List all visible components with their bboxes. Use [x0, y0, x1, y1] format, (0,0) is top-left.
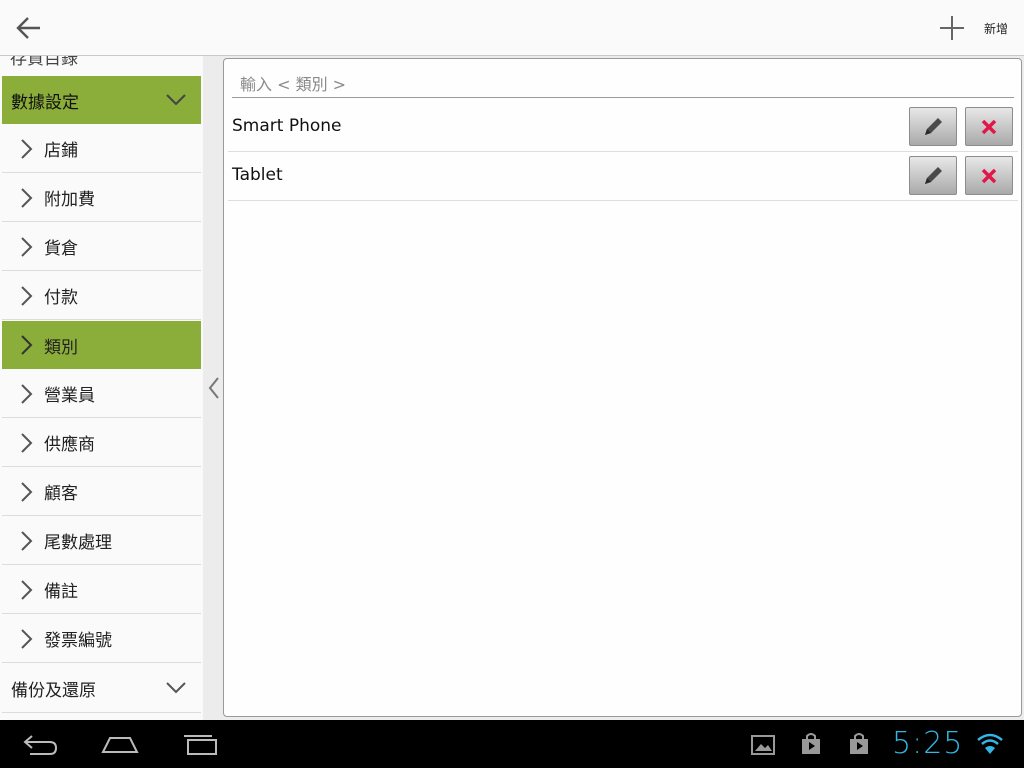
- chevron-down-icon: [166, 682, 186, 694]
- sidebar-group-label: 備份及還原: [11, 680, 96, 701]
- sidebar-item-store[interactable]: 店鋪: [2, 125, 201, 173]
- status-clock[interactable]: 5:25: [892, 726, 963, 761]
- nav-recents-icon[interactable]: [182, 732, 220, 758]
- chevron-right-icon: [21, 481, 33, 502]
- sidebar-item-invoice-number[interactable]: 發票編號: [2, 615, 201, 663]
- edit-button[interactable]: [909, 156, 957, 195]
- sidebar-item-label: 附加費: [44, 190, 95, 210]
- nav-home-icon[interactable]: [100, 732, 140, 758]
- sidebar-group-backup-restore[interactable]: 備份及還原: [2, 664, 201, 713]
- sidebar-item-customer[interactable]: 顧客: [2, 468, 201, 516]
- delete-button[interactable]: [965, 156, 1013, 195]
- add-new-label: 新增: [984, 22, 1009, 36]
- sidebar-item-supplier[interactable]: 供應商: [2, 419, 201, 467]
- category-name: Tablet: [232, 165, 283, 185]
- chevron-right-icon: [21, 335, 33, 355]
- sidebar-item-label: 供應商: [44, 435, 95, 455]
- chevron-right-icon: [21, 383, 33, 404]
- sidebar-item-label: 貨倉: [44, 239, 78, 259]
- sidebar-item-label: 備註: [44, 582, 78, 602]
- close-icon: [981, 119, 997, 134]
- chevron-right-icon: [21, 432, 33, 453]
- play-store-notification-icon-2[interactable]: [847, 732, 871, 756]
- sidebar-item-label: 營業員: [44, 386, 95, 406]
- chevron-down-icon: [166, 94, 186, 106]
- sidebar-group-data-settings[interactable]: 數據設定: [2, 76, 201, 124]
- chevron-right-icon: [21, 236, 33, 257]
- pencil-icon: [925, 117, 942, 135]
- back-button[interactable]: [10, 8, 50, 48]
- chevron-right-icon: [21, 187, 33, 208]
- delete-button[interactable]: [965, 107, 1013, 146]
- plus-icon: [940, 16, 964, 40]
- sidebar-item-payment[interactable]: 付款: [2, 272, 201, 320]
- chevron-right-icon: [21, 579, 33, 600]
- category-panel: Smart Phone Tablet: [223, 58, 1022, 717]
- chevron-right-icon: [21, 530, 33, 551]
- action-bar: 新增: [0, 0, 1024, 56]
- sidebar-item-label: 顧客: [44, 484, 78, 504]
- sidebar-item-label: 付款: [44, 288, 78, 308]
- nav-back-icon[interactable]: [22, 732, 60, 758]
- sidebar-item-label: 尾數處理: [44, 533, 112, 553]
- category-input[interactable]: [238, 71, 1012, 97]
- edit-button[interactable]: [909, 107, 957, 146]
- chevron-right-icon: [21, 138, 33, 159]
- add-new-button[interactable]: 新增: [934, 8, 1018, 48]
- chevron-right-icon: [21, 628, 33, 649]
- back-arrow-icon: [16, 17, 40, 39]
- sidebar-item-rounding[interactable]: 尾數處理: [2, 517, 201, 565]
- sidebar-partial-item[interactable]: 存貨目錄: [10, 56, 78, 69]
- sidebar-item-warehouse[interactable]: 貨倉: [2, 223, 201, 271]
- category-row[interactable]: Smart Phone: [228, 103, 1018, 152]
- sidebar-item-category[interactable]: 類別: [2, 321, 201, 369]
- sidebar-group-label: 數據設定: [11, 92, 79, 113]
- sidebar-item-remarks[interactable]: 備註: [2, 566, 201, 614]
- sidebar-item-label: 店鋪: [44, 141, 78, 161]
- gallery-notification-icon[interactable]: [751, 734, 775, 756]
- sidebar-item-salesperson[interactable]: 營業員: [2, 370, 201, 418]
- sidebar-item-label: 類別: [44, 337, 78, 358]
- pencil-icon: [925, 166, 942, 184]
- collapse-sidebar-icon[interactable]: [207, 376, 221, 400]
- search-field-wrapper: [232, 69, 1014, 98]
- system-nav-bar: 5:25: [0, 720, 1024, 768]
- sidebar-item-label: 發票編號: [44, 631, 112, 651]
- close-icon: [981, 168, 997, 183]
- category-row[interactable]: Tablet: [228, 152, 1018, 201]
- sidebar-item-surcharge[interactable]: 附加費: [2, 174, 201, 222]
- sidebar: 存貨目錄 數據設定 店鋪 附加費 貨倉 付款 類別 營業員 供應商 顧客 尾數處…: [0, 56, 203, 720]
- category-name: Smart Phone: [232, 116, 342, 136]
- play-store-notification-icon[interactable]: [799, 732, 823, 756]
- wifi-icon[interactable]: [976, 732, 1004, 756]
- chevron-right-icon: [21, 285, 33, 306]
